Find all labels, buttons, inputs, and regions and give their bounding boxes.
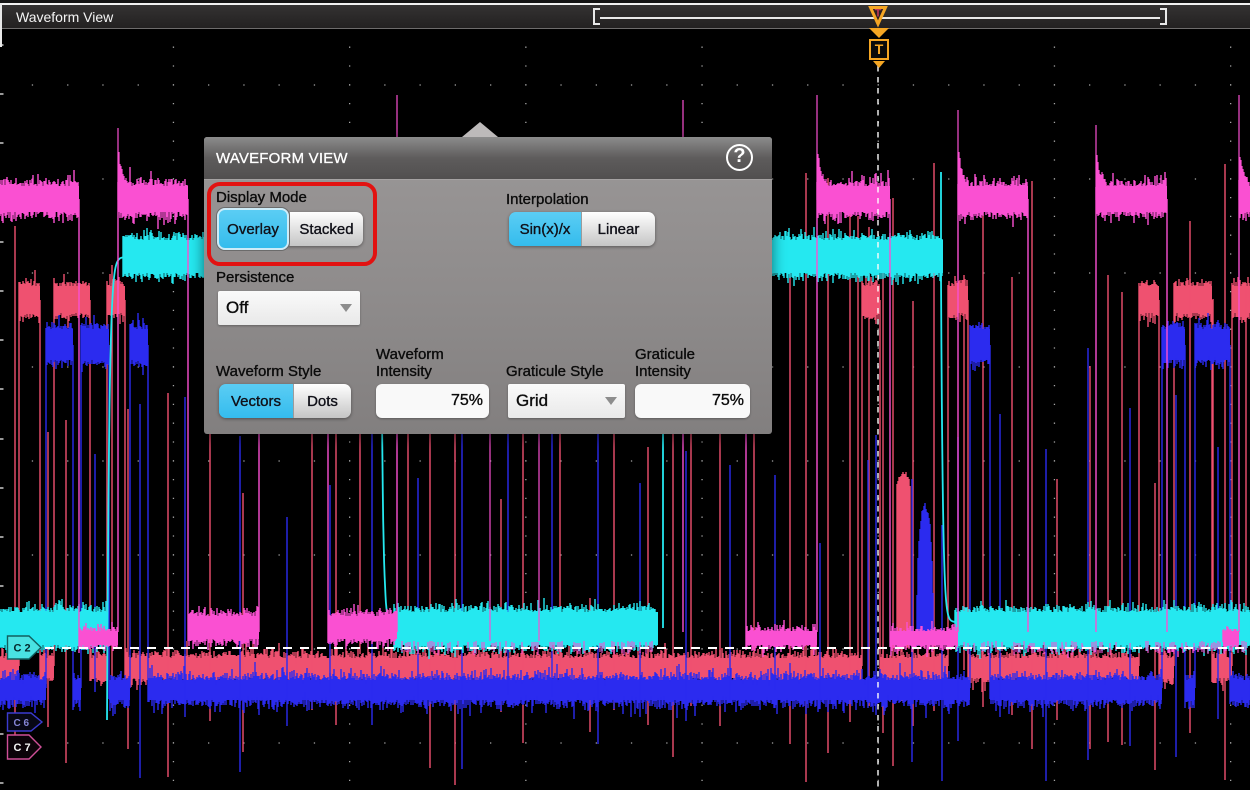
svg-text:C 7: C 7	[14, 742, 31, 754]
svg-text:T: T	[875, 8, 882, 20]
svg-text:C 2: C 2	[14, 643, 31, 655]
svg-text:C 6: C 6	[14, 718, 30, 729]
